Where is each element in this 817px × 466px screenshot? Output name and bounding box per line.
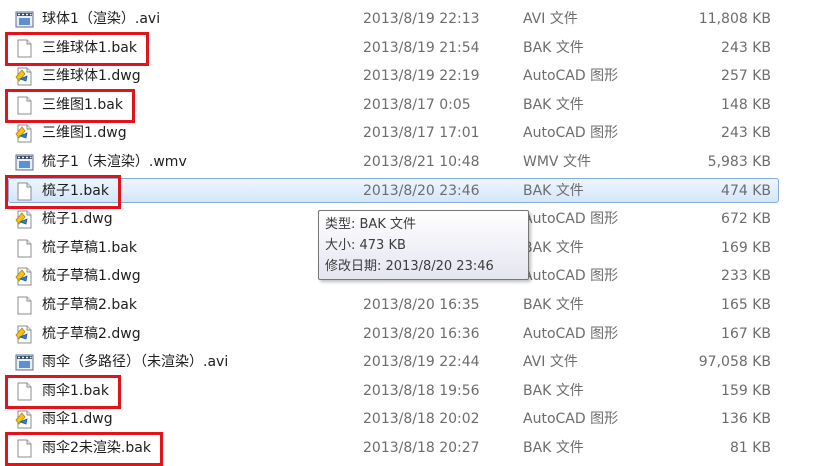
blank-file-icon xyxy=(15,182,34,201)
file-row[interactable]: 三维球体1.dwg 2013/8/19 22:19 AutoCAD 图形 257 KB xyxy=(0,62,817,90)
file-row[interactable]: 球体1（渲染）.avi 2013/8/19 22:13 AVI 文件 11,808 K… xyxy=(0,5,817,33)
file-name: 三维球体1.dwg xyxy=(42,68,141,85)
file-date-modified: 2013/8/20 16:36 xyxy=(363,325,480,342)
file-date-modified: 2013/8/20 23:46 xyxy=(363,182,480,199)
dwg-file-icon xyxy=(15,67,34,86)
file-type: AutoCAD 图形 xyxy=(523,211,619,228)
file-type: AutoCAD 图形 xyxy=(523,125,619,142)
file-row[interactable]: 三维图1.dwg 2013/8/17 17:01 AutoCAD 图形 243 KB xyxy=(0,119,817,147)
file-name: 梳子草稿1.bak xyxy=(42,239,137,256)
file-type: AutoCAD 图形 xyxy=(523,325,619,342)
file-name: 三维图1.bak xyxy=(42,96,123,113)
file-size: 474 KB xyxy=(721,182,771,199)
file-date-modified: 2013/8/18 20:27 xyxy=(363,440,480,456)
file-row[interactable]: 雨伞（多路径）（未渲染）.avi 2013/8/19 22:44 AVI 文件 97,… xyxy=(0,348,817,376)
file-size: 136 KB xyxy=(721,411,771,428)
file-row[interactable]: 三维图1.bak 2013/8/17 0:05 BAK 文件 148 KB xyxy=(0,88,817,123)
file-info-tooltip: 类型: BAK 文件 大小: 473 KB 修改日期: 2013/8/20 23… xyxy=(318,210,529,280)
file-name: 梳子1.dwg xyxy=(42,211,113,228)
file-name: 雨伞1.dwg xyxy=(42,411,113,428)
file-date-modified: 2013/8/18 20:02 xyxy=(363,411,480,428)
blank-file-icon xyxy=(15,439,34,458)
file-size: 5,983 KB xyxy=(707,154,771,170)
file-name: 梳子1.bak xyxy=(42,182,109,199)
file-name: 梳子草稿1.dwg xyxy=(42,268,141,285)
blank-file-icon xyxy=(15,39,34,58)
file-row[interactable]: 梳子1（未渲染）.wmv 2013/8/21 10:48 WMV 文件 5,983 K… xyxy=(0,148,817,176)
file-type: BAK 文件 xyxy=(523,440,584,456)
file-type: AutoCAD 图形 xyxy=(523,411,619,428)
blank-file-icon xyxy=(15,382,34,401)
file-name: 三维球体1.bak xyxy=(42,39,137,56)
tooltip-modified: 修改日期: 2013/8/20 23:46 xyxy=(325,259,494,274)
file-size: 165 KB xyxy=(721,297,771,313)
file-size: 243 KB xyxy=(721,39,771,56)
file-date-modified: 2013/8/18 19:56 xyxy=(363,382,480,399)
file-size: 97,058 KB xyxy=(698,354,771,371)
file-row[interactable]: 梳子草稿2.bak 2013/8/20 16:35 BAK 文件 165 KB xyxy=(0,291,817,319)
file-name: 梳子草稿2.dwg xyxy=(42,325,141,342)
file-type: AutoCAD 图形 xyxy=(523,268,619,285)
file-size: 167 KB xyxy=(721,325,771,342)
file-date-modified: 2013/8/17 0:05 xyxy=(363,96,471,113)
blank-file-icon xyxy=(15,96,34,115)
file-type: AVI 文件 xyxy=(523,11,578,27)
file-date-modified: 2013/8/19 22:44 xyxy=(363,354,480,371)
video-file-icon xyxy=(15,153,34,172)
file-size: 233 KB xyxy=(721,268,771,285)
file-name: 雨伞1.bak xyxy=(42,382,109,399)
file-name: 梳子1（未渲染）.wmv xyxy=(42,154,187,170)
file-type: BAK 文件 xyxy=(523,182,584,199)
file-size: 672 KB xyxy=(721,211,771,228)
file-size: 257 KB xyxy=(721,68,771,85)
file-size: 169 KB xyxy=(721,239,771,256)
file-name: 三维图1.dwg xyxy=(42,125,127,142)
file-date-modified: 2013/8/21 10:48 xyxy=(363,154,480,170)
file-type: BAK 文件 xyxy=(523,297,584,313)
file-type: BAK 文件 xyxy=(523,382,584,399)
file-size: 159 KB xyxy=(721,382,771,399)
file-size: 148 KB xyxy=(721,96,771,113)
file-type: AutoCAD 图形 xyxy=(523,68,619,85)
file-row[interactable]: 雨伞2未渲染.bak 2013/8/18 20:27 BAK 文件 81 KB xyxy=(0,432,817,466)
file-type: BAK 文件 xyxy=(523,96,584,113)
file-name: 球体1（渲染）.avi xyxy=(42,11,161,27)
file-date-modified: 2013/8/20 16:35 xyxy=(363,297,480,313)
dwg-file-icon xyxy=(15,124,34,143)
file-row[interactable]: 梳子草稿2.dwg 2013/8/20 16:36 AutoCAD 图形 167 KB xyxy=(0,320,817,348)
file-type: AVI 文件 xyxy=(523,354,578,371)
file-row[interactable]: 梳子1.bak 2013/8/20 23:46 BAK 文件 474 KB xyxy=(0,174,817,209)
file-row[interactable]: 雨伞1.bak 2013/8/18 19:56 BAK 文件 159 KB xyxy=(0,374,817,409)
file-date-modified: 2013/8/19 22:19 xyxy=(363,68,480,85)
file-size: 11,808 KB xyxy=(698,11,771,27)
file-row[interactable]: 三维球体1.bak 2013/8/19 21:54 BAK 文件 243 KB xyxy=(0,31,817,66)
dwg-file-icon xyxy=(15,325,34,344)
file-size: 81 KB xyxy=(729,440,771,456)
file-date-modified: 2013/8/17 17:01 xyxy=(363,125,480,142)
file-name: 雨伞（多路径）（未渲染）.avi xyxy=(42,354,229,371)
dwg-file-icon xyxy=(15,210,34,229)
dwg-file-icon xyxy=(15,267,34,286)
dwg-file-icon xyxy=(15,410,34,429)
file-type: BAK 文件 xyxy=(523,239,584,256)
file-size: 243 KB xyxy=(721,125,771,142)
tooltip-size: 大小: 473 KB xyxy=(325,238,406,253)
blank-file-icon xyxy=(15,296,34,315)
tooltip-type: 类型: BAK 文件 xyxy=(325,217,416,232)
file-date-modified: 2013/8/19 22:13 xyxy=(363,11,480,27)
video-file-icon xyxy=(15,353,34,372)
blank-file-icon xyxy=(15,239,34,258)
video-file-icon xyxy=(15,10,34,29)
file-name: 雨伞2未渲染.bak xyxy=(42,440,151,456)
file-row[interactable]: 雨伞1.dwg 2013/8/18 20:02 AutoCAD 图形 136 KB xyxy=(0,405,817,433)
file-name: 梳子草稿2.bak xyxy=(42,297,137,313)
file-type: WMV 文件 xyxy=(523,154,591,170)
file-date-modified: 2013/8/19 21:54 xyxy=(363,39,480,56)
file-type: BAK 文件 xyxy=(523,39,584,56)
